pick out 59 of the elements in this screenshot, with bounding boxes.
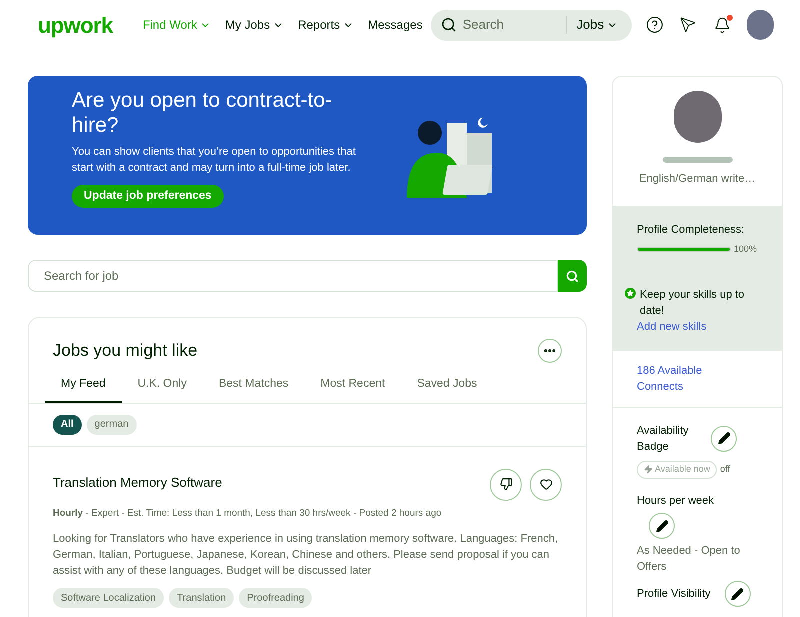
- feed-tab[interactable]: Most Recent: [304, 374, 402, 403]
- help-icon[interactable]: [646, 15, 664, 35]
- completeness-reading: 100%: [734, 243, 758, 256]
- search-icon: [566, 270, 579, 282]
- add-skills-link[interactable]: Add new skills: [637, 318, 772, 334]
- nav-link[interactable]: Find Work: [142, 16, 212, 34]
- card-title: Jobs you might like: [53, 340, 198, 362]
- feed-tab[interactable]: My Feed: [45, 374, 122, 403]
- thumbs-down-icon: [500, 478, 512, 492]
- skill-tag[interactable]: Proofreading: [239, 588, 312, 608]
- visibility-label: Profile Visibility: [637, 586, 711, 602]
- hours-label: Hours per week: [637, 494, 716, 508]
- search-scope-dropdown[interactable]: Jobs: [576, 15, 618, 35]
- edit-button[interactable]: [711, 426, 737, 452]
- job-search-field[interactable]: Search for job: [28, 260, 558, 292]
- skill-tag[interactable]: Translation: [169, 588, 234, 608]
- pencil-icon: [656, 520, 668, 532]
- availability-label: Availability Badge: [637, 424, 690, 454]
- nav-link[interactable]: Messages: [368, 16, 423, 34]
- search-button[interactable]: [558, 260, 587, 292]
- pencil-icon: [731, 588, 744, 600]
- feed-tab[interactable]: Saved Jobs: [401, 374, 494, 403]
- skill-tag[interactable]: Software Localization: [53, 588, 164, 608]
- notifications-icon[interactable]: [714, 16, 732, 34]
- job-meta: Hourly - Expert - Est. Time: Less than 1 month, Less than 30 hrs/week - Posted 2 hours ago: [53, 506, 443, 521]
- paper-plane-icon[interactable]: [680, 16, 696, 34]
- connects-link[interactable]: 186 Available Connects: [637, 362, 742, 394]
- filter-chip[interactable]: All: [53, 414, 82, 435]
- filter-chip[interactable]: german: [86, 414, 137, 435]
- avatar[interactable]: [747, 10, 774, 40]
- nav-link[interactable]: Reports: [298, 16, 354, 34]
- banner-title: Are you open to contract-to-hire?: [72, 88, 334, 138]
- completeness-label: Profile Completeness:: [637, 222, 746, 238]
- feed-tab[interactable]: U.K. Only: [122, 374, 203, 403]
- save-job-button[interactable]: [530, 468, 562, 501]
- availability-state: off: [720, 462, 730, 476]
- job-title[interactable]: Translation Memory Software: [53, 472, 222, 501]
- banner-text: You can show clients that you’re open to opportunities that start with a contract and may turn into a full-time job later.: [72, 145, 357, 176]
- edit-button[interactable]: [649, 513, 675, 539]
- star-badge-icon: [625, 288, 636, 298]
- profile-headline: English/German write…: [639, 172, 756, 187]
- pencil-icon: [718, 432, 730, 445]
- more-button[interactable]: [538, 338, 562, 363]
- search-field[interactable]: Search Jobs: [430, 10, 632, 40]
- dislike-button[interactable]: [490, 468, 522, 501]
- profile-avatar[interactable]: [674, 91, 722, 143]
- redacted-name-bar: [662, 157, 732, 163]
- hours-value: As Needed - Open to Offers: [637, 544, 742, 575]
- update-preferences-button[interactable]: Update job preferences: [72, 185, 224, 208]
- logo[interactable]: upwork: [38, 8, 113, 42]
- feed-tab[interactable]: Best Matches: [202, 374, 305, 403]
- skills-tip: Keep your skills up to date!: [640, 288, 746, 318]
- edit-button[interactable]: [724, 581, 751, 607]
- lightning-icon: [644, 465, 653, 474]
- search-placeholder: Search: [462, 16, 506, 34]
- search-icon: [440, 17, 457, 33]
- job-description: Looking for Translators who have experience in using translation memory software. Languages: French, German, Italian, Portuguese, Japanese, Korean, Chinese and others. Please send proposal if you can assist with any of these languages. Budget will be discussed later: [53, 532, 560, 579]
- heart-icon: [540, 478, 552, 492]
- nav-link[interactable]: My Jobs: [225, 16, 284, 34]
